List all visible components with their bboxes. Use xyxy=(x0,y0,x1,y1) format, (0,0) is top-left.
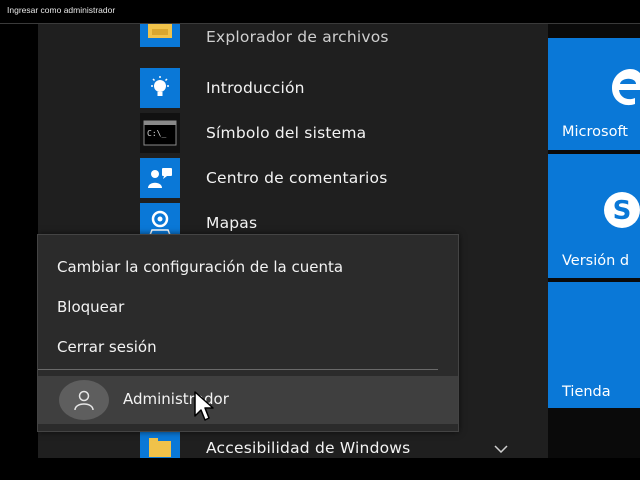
folder-icon xyxy=(140,428,180,458)
mouse-cursor-icon xyxy=(193,390,215,426)
user-account-row[interactable]: Administrador xyxy=(38,376,458,424)
user-avatar-icon xyxy=(59,380,109,420)
edge-icon xyxy=(608,66,640,110)
app-item-getting-started[interactable]: Introducción xyxy=(140,68,530,108)
chevron-down-icon[interactable] xyxy=(494,438,508,457)
window-title: Ingresar como administrador xyxy=(7,5,116,15)
tile-skype[interactable]: S Versión d xyxy=(548,154,640,278)
tile-label: Microsoft xyxy=(562,124,628,140)
feedback-icon xyxy=(140,158,180,198)
app-label: Explorador de archivos xyxy=(206,28,389,46)
app-item-command-prompt[interactable]: C:\_ Símbolo del sistema xyxy=(140,113,530,153)
app-item-file-explorer[interactable]: Explorador de archivos xyxy=(140,24,530,65)
app-item-feedback-hub[interactable]: Centro de comentarios xyxy=(140,158,530,198)
tile-microsoft-edge[interactable]: Microsoft xyxy=(548,38,640,150)
tile-label: Versión d xyxy=(562,253,630,269)
lock-item[interactable]: Bloquear xyxy=(57,298,124,316)
menu-divider xyxy=(38,369,438,370)
account-menu: Cambiar la configuración de la cuenta Bl… xyxy=(37,234,459,432)
svg-text:C:\_: C:\_ xyxy=(147,129,166,138)
bottom-letterbox xyxy=(0,458,640,480)
tile-store[interactable]: Tienda xyxy=(548,282,640,408)
app-item-windows-accessibility[interactable]: Accesibilidad de Windows xyxy=(140,428,530,458)
app-label: Introducción xyxy=(206,79,305,97)
lightbulb-icon xyxy=(140,68,180,108)
app-label: Centro de comentarios xyxy=(206,169,388,187)
start-menu-screen: Explorador de archivos Introducción C:\_… xyxy=(0,24,640,458)
app-label: Símbolo del sistema xyxy=(206,124,367,142)
sign-out-item[interactable]: Cerrar sesión xyxy=(57,338,157,356)
folder-icon xyxy=(140,24,180,47)
live-tiles-area: Microsoft S Versión d Tienda xyxy=(548,24,640,458)
skype-icon: S xyxy=(600,188,640,236)
app-label: Accesibilidad de Windows xyxy=(206,439,411,457)
window-title-bar: Ingresar como administrador xyxy=(0,0,640,24)
command-prompt-icon: C:\_ xyxy=(140,113,180,153)
svg-text:S: S xyxy=(613,196,632,226)
tile-label: Tienda xyxy=(562,384,611,400)
start-left-rail xyxy=(0,24,38,458)
change-account-settings-item[interactable]: Cambiar la configuración de la cuenta xyxy=(57,258,343,276)
